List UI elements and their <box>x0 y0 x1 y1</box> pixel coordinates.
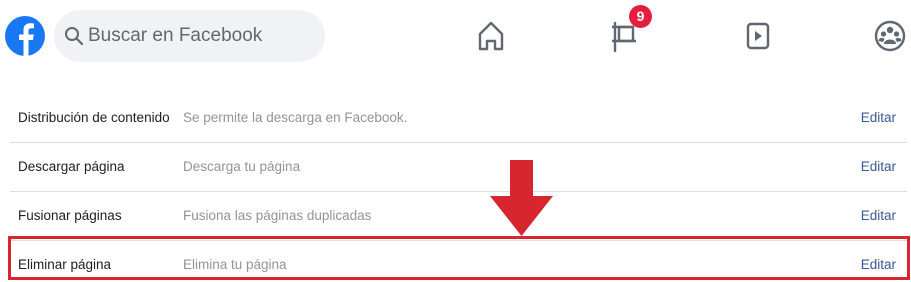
edit-link[interactable]: Editar <box>861 208 896 223</box>
watch-video-icon[interactable] <box>735 12 783 60</box>
settings-row-content-distribution: Distribución de contenido Se permite la … <box>10 94 907 143</box>
edit-link[interactable]: Editar <box>861 110 896 125</box>
arrow-down-icon <box>490 160 553 236</box>
row-label: Distribución de contenido <box>18 110 170 125</box>
row-description: Descarga tu página <box>183 159 301 174</box>
delete-page-highlight <box>8 236 910 280</box>
row-label: Fusionar páginas <box>18 208 122 223</box>
facebook-logo-icon[interactable] <box>5 10 45 62</box>
edit-link[interactable]: Editar <box>861 159 896 174</box>
top-navigation-bar: Buscar en Facebook 9 <box>0 0 911 72</box>
row-description: Fusiona las páginas duplicadas <box>183 208 372 223</box>
groups-icon[interactable] <box>866 12 911 60</box>
settings-row-merge-pages: Fusionar páginas Fusiona las páginas dup… <box>10 192 907 241</box>
search-icon <box>65 27 84 46</box>
row-description: Se permite la descarga en Facebook. <box>183 110 408 125</box>
settings-row-download-page: Descargar página Descarga tu página Edit… <box>10 143 907 192</box>
search-input[interactable]: Buscar en Facebook <box>54 10 325 62</box>
search-placeholder: Buscar en Facebook <box>88 25 263 46</box>
notification-badge: 9 <box>629 5 652 28</box>
home-icon[interactable] <box>467 12 515 60</box>
row-label: Descargar página <box>18 159 125 174</box>
